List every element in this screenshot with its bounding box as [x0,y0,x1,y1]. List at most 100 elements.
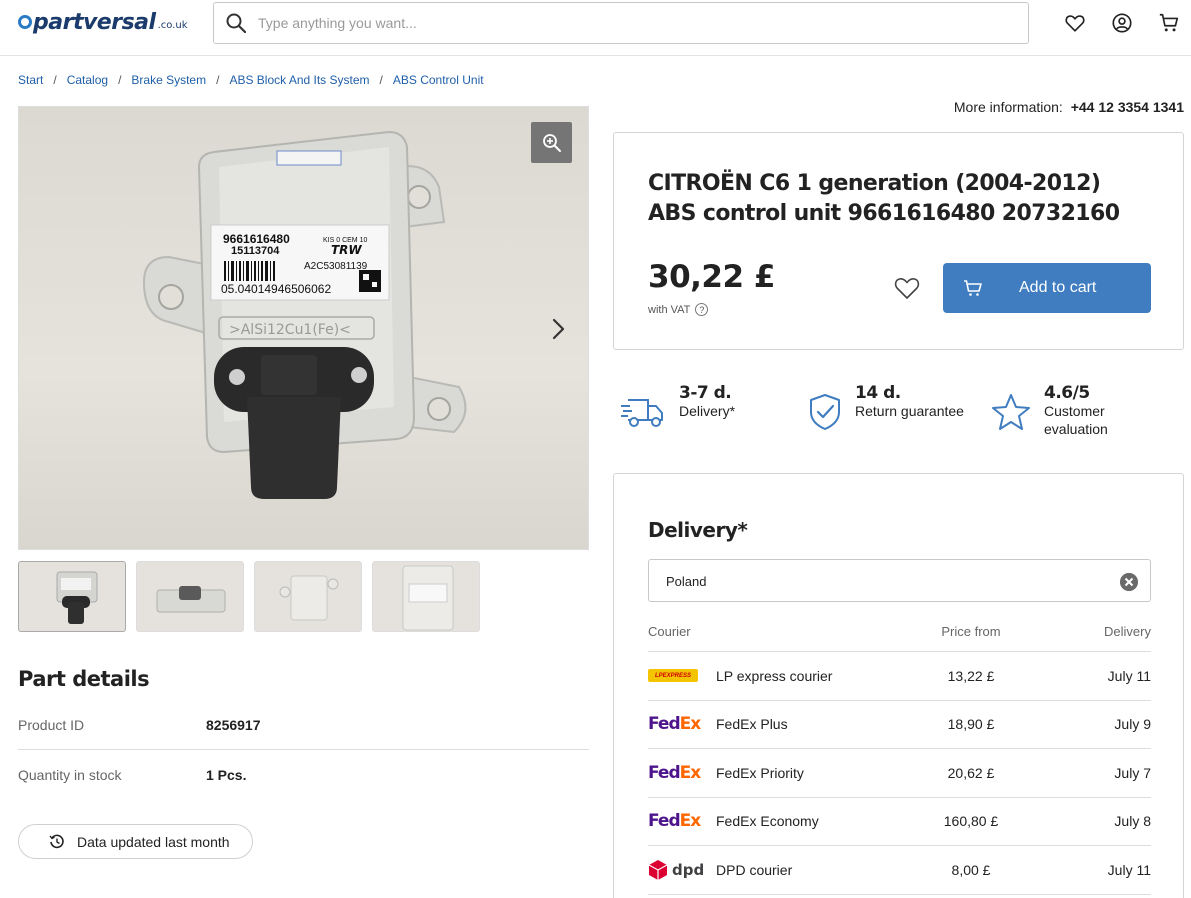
fedex-logo: FedEx [648,714,701,735]
courier-date: July 11 [1107,667,1151,684]
truck-icon [621,399,663,427]
feature-rating-value: 4.6/5 [1044,383,1090,403]
cart-icon[interactable] [1158,12,1180,34]
phone-number[interactable]: +44 12 3354 1341 [1071,99,1184,115]
star-icon [992,394,1030,430]
courier-name: FedEx Priority [716,764,804,781]
logo-gear-icon [18,15,32,29]
courier-date: July 9 [1114,716,1151,733]
feature-delivery-value: 3-7 d. [679,383,732,403]
breadcrumb-separator: / [379,73,383,87]
add-to-cart-label: Add to cart [1019,279,1097,296]
clear-icon[interactable] [1120,573,1138,591]
breadcrumb-abs-control-unit[interactable]: ABS Control Unit [393,73,484,87]
breadcrumb-catalog[interactable]: Catalog [67,73,108,87]
buy-box: CITROËN C6 1 generation (2004-2012) ABS … [613,132,1184,350]
breadcrumb-separator: / [53,73,57,87]
search-input[interactable] [258,11,958,35]
delivery-title: Delivery* [648,518,748,542]
feature-rating-label: Customer evaluation [1044,403,1108,437]
label-part-number: 9661616480 [223,232,290,246]
breadcrumb-separator: / [118,73,122,87]
feature-rating: 4.6/5 Customer evaluation [990,384,1134,438]
more-info-label: More information: [953,99,1063,115]
detail-value: 8256917 [206,716,261,733]
label-line2: 15113704 [231,245,280,257]
table-row: LPEXPRESS LP express courier 13,22 £ Jul… [648,652,1151,701]
feature-return: 14 d. Return guarantee [806,384,964,432]
breadcrumb: Start / Catalog / Brake System / ABS Blo… [18,73,484,87]
zoom-button[interactable] [531,122,572,163]
site-logo[interactable]: partversal .co.uk [18,8,188,36]
part-details-title: Part details [18,667,150,691]
thumbnail-3[interactable] [254,561,362,632]
delivery-table-header: Courier Price from Delivery [648,624,1151,652]
detail-label: Product ID [18,716,85,733]
country-value: Poland [666,574,707,589]
courier-price: 18,90 £ [947,716,995,733]
breadcrumb-separator: / [216,73,220,87]
table-row: dpd DPD courier 8,00 £ July 11 [648,846,1151,895]
more-information: More information: +44 12 3354 1341 [954,99,1184,115]
courier-price: 13,22 £ [947,667,995,684]
user-icon[interactable] [1111,12,1133,34]
table-row: FedEx FedEx Plus 18,90 £ July 9 [648,701,1151,749]
thumbnail-1[interactable] [18,561,126,632]
courier-name: DPD courier [716,861,793,878]
thumbnail-strip [18,561,480,632]
courier-date: July 8 [1114,813,1151,830]
detail-row-product-id: Product ID 8256917 [18,700,589,750]
thumbnail-1-image [56,571,98,624]
country-select[interactable]: Poland [648,559,1151,602]
table-row: FedEx FedEx Priority 20,62 £ July 7 [648,749,1151,798]
logo-text: partversal [33,9,156,35]
courier-name: FedEx Economy [716,813,819,830]
favorite-heart-icon[interactable] [893,275,921,301]
courier-price: 8,00 £ [951,861,991,878]
vat-label: with VAT [648,303,691,316]
cart-icon [964,280,982,296]
abs-unit-photo: 9661616480 KIS 0 CEM 10 15113704 TRW A2C… [142,130,467,499]
detail-row-quantity: Quantity in stock 1 Pcs. [18,750,589,800]
delivery-box: Delivery* Poland Courier Price from Deli… [613,473,1184,898]
history-icon [49,834,64,848]
courier-date: July 11 [1107,861,1151,878]
label-brand: TRW [331,243,362,257]
cast-text: >AlSi12Cu1(Fe)< [229,322,351,338]
col-price: Price from [941,624,1001,639]
thumbnail-2-image [156,586,226,613]
label-code: A2C53081139 [304,261,368,272]
detail-label: Quantity in stock [18,767,122,783]
courier-price: 160,80 £ [943,813,999,830]
thumbnail-4[interactable] [372,561,480,632]
detail-value: 1 Pcs. [206,767,247,783]
label-qr-code [359,270,381,292]
heart-icon[interactable] [1064,12,1086,34]
product-main-image[interactable]: 9661616480 KIS 0 CEM 10 15113704 TRW A2C… [18,106,589,550]
feature-return-label: Return guarantee [855,403,964,419]
help-icon[interactable]: ? [695,303,709,316]
dpd-logo: dpd [648,859,704,881]
feature-delivery-label: Delivery* [679,403,736,419]
label-barcode-number: 05.04014946506062 [221,282,331,296]
thumbnail-2[interactable] [136,561,244,632]
search-bar[interactable] [213,2,1029,44]
data-updated-label: Data updated last month [77,833,230,850]
breadcrumb-start[interactable]: Start [18,73,43,87]
site-header: partversal .co.uk [0,0,1191,56]
search-icon[interactable] [226,13,246,33]
breadcrumb-brake-system[interactable]: Brake System [131,73,206,87]
breadcrumb-abs-block[interactable]: ABS Block And Its System [229,73,369,87]
next-image-arrow-icon[interactable] [548,315,570,343]
logo-tld: .co.uk [157,19,188,31]
add-to-cart-button[interactable]: Add to cart [943,263,1151,313]
product-price: 30,22 £ [648,259,775,295]
data-updated-badge[interactable]: Data updated last month [18,824,253,859]
courier-date: July 7 [1114,764,1151,781]
zoom-in-icon [542,133,561,152]
fedex-logo: FedEx [648,811,701,832]
delivery-table: Courier Price from Delivery LPEXPRESS LP… [648,624,1151,895]
dpd-cube-icon [648,859,668,880]
lp-express-logo: LPEXPRESS [648,669,698,683]
courier-price: 20,62 £ [947,764,995,781]
